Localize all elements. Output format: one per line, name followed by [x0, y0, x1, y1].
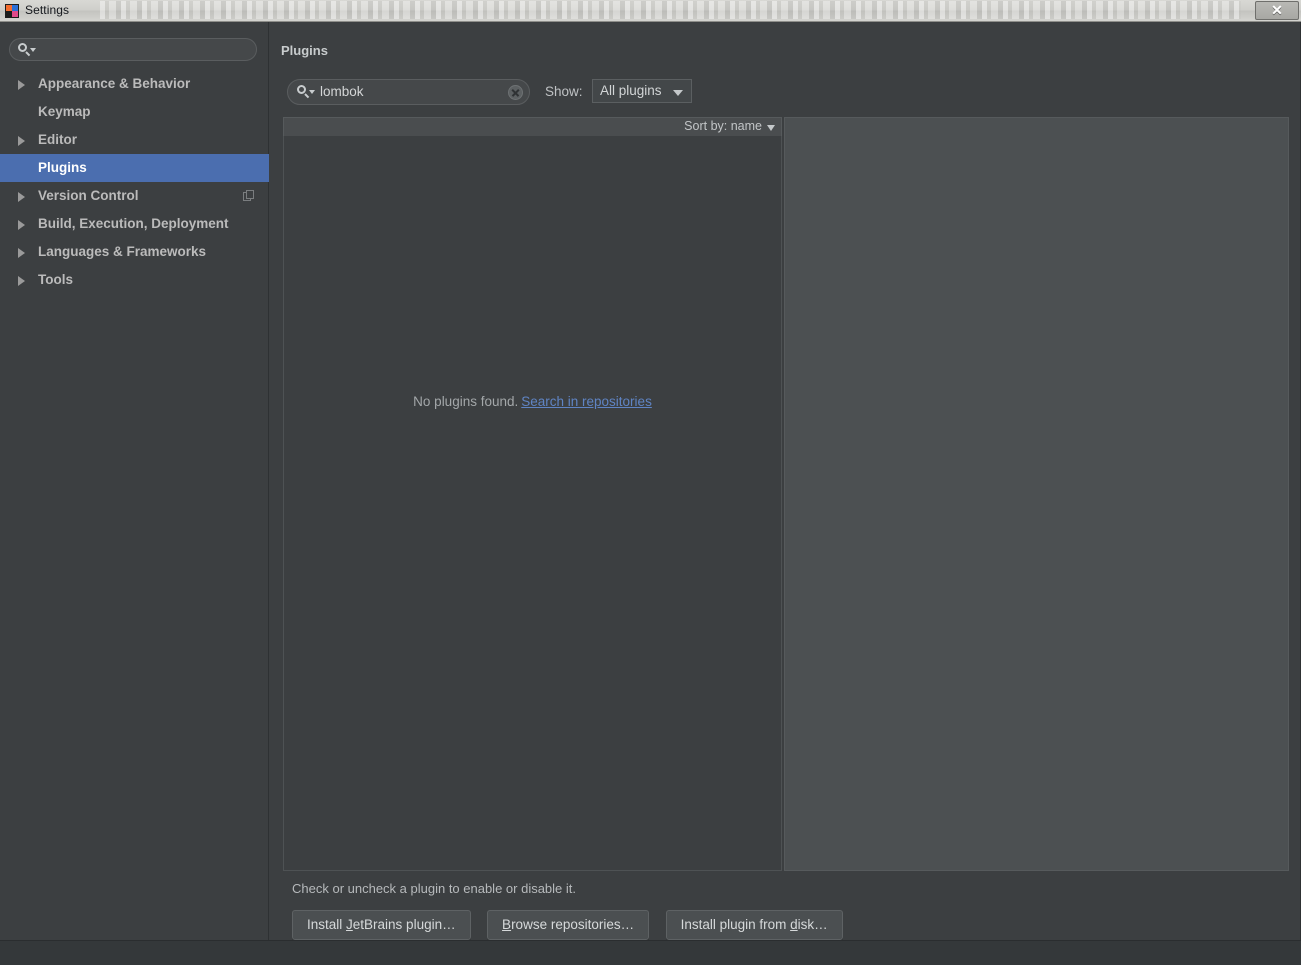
- show-filter-label: Show:: [545, 84, 583, 99]
- chevron-right-icon: [18, 80, 25, 90]
- sidebar-item-appearance-behavior[interactable]: Appearance & Behavior: [0, 70, 269, 98]
- chevron-down-icon: [673, 90, 683, 96]
- button-prefix: Install: [307, 917, 347, 932]
- close-icon[interactable]: ✕: [1255, 1, 1299, 20]
- search-in-repositories-link[interactable]: Search in repositories: [521, 394, 652, 409]
- sidebar-search-input[interactable]: [9, 38, 257, 61]
- title-bar: Settings ✕: [0, 0, 1301, 22]
- chevron-right-icon: [18, 192, 25, 202]
- chevron-right-icon: [18, 276, 25, 286]
- search-icon: [297, 85, 315, 99]
- button-suffix: isk…: [797, 917, 828, 932]
- plugin-list-header[interactable]: Sort by: name: [283, 117, 782, 136]
- button-prefix: Install plugin from: [680, 917, 791, 932]
- intellij-idea-icon: [5, 4, 19, 18]
- plugin-search-input[interactable]: lombok: [287, 79, 530, 105]
- sidebar-item-label: Editor: [38, 132, 77, 147]
- plugins-hint: Check or uncheck a plugin to enable or d…: [292, 881, 577, 896]
- settings-sidebar: Appearance & Behavior Keymap Editor Plug…: [0, 22, 269, 965]
- window-title: Settings: [25, 3, 70, 17]
- settings-tree: Appearance & Behavior Keymap Editor Plug…: [0, 70, 269, 294]
- button-mnemonic: B: [502, 917, 512, 932]
- page-title: Plugins: [281, 43, 328, 58]
- plugins-pane: Plugins lombok Show: All plugins Sort by…: [270, 22, 1301, 965]
- button-suffix: etBrains plugin…: [352, 917, 456, 932]
- sidebar-item-label: Version Control: [38, 188, 139, 203]
- sidebar-item-tools[interactable]: Tools: [0, 266, 269, 294]
- button-mnemonic: d: [790, 917, 798, 932]
- chevron-right-icon: [18, 220, 25, 230]
- chevron-right-icon: [18, 248, 25, 258]
- sidebar-item-version-control[interactable]: Version Control: [0, 182, 269, 210]
- sidebar-item-label: Appearance & Behavior: [38, 76, 191, 91]
- show-filter-dropdown[interactable]: All plugins: [592, 79, 692, 103]
- dialog-body: Appearance & Behavior Keymap Editor Plug…: [0, 22, 1301, 965]
- dialog-bottom-strip: [0, 940, 1301, 965]
- chevron-right-icon: [18, 136, 25, 146]
- plugin-details-panel: [784, 117, 1289, 871]
- browse-repositories-button[interactable]: Browse repositories…: [487, 910, 650, 940]
- copy-settings-icon: [243, 190, 255, 202]
- sidebar-item-label: Languages & Frameworks: [38, 244, 207, 259]
- plugin-list[interactable]: No plugins found. Search in repositories: [283, 136, 782, 871]
- search-icon: [18, 43, 36, 57]
- empty-state-message: No plugins found. Search in repositories: [284, 394, 781, 409]
- button-mnemonic: J: [346, 917, 353, 932]
- sidebar-item-label: Plugins: [38, 160, 87, 175]
- empty-state-text: No plugins found.: [413, 394, 519, 409]
- sidebar-item-keymap[interactable]: Keymap: [0, 98, 269, 126]
- plugin-actions-bar: Install JetBrains plugin… Browse reposit…: [292, 910, 855, 940]
- install-plugin-from-disk-button[interactable]: Install plugin from disk…: [665, 910, 843, 940]
- sort-by-label: Sort by: name: [684, 119, 762, 133]
- clear-search-icon[interactable]: [508, 85, 523, 100]
- chevron-down-icon: [767, 125, 775, 131]
- button-suffix: rowse repositories…: [511, 917, 635, 932]
- sidebar-item-editor[interactable]: Editor: [0, 126, 269, 154]
- sidebar-item-languages-frameworks[interactable]: Languages & Frameworks: [0, 238, 269, 266]
- sidebar-item-label: Keymap: [38, 104, 91, 119]
- show-filter-value: All plugins: [600, 83, 662, 98]
- sidebar-item-plugins[interactable]: Plugins: [0, 154, 269, 182]
- settings-dialog: Settings ✕ Appearance & Behavior Keymap: [0, 0, 1301, 965]
- install-jetbrains-plugin-button[interactable]: Install JetBrains plugin…: [292, 910, 471, 940]
- sidebar-item-label: Tools: [38, 272, 73, 287]
- sidebar-item-label: Build, Execution, Deployment: [38, 216, 229, 231]
- plugin-search-value: lombok: [320, 84, 364, 99]
- sidebar-item-build-execution-deployment[interactable]: Build, Execution, Deployment: [0, 210, 269, 238]
